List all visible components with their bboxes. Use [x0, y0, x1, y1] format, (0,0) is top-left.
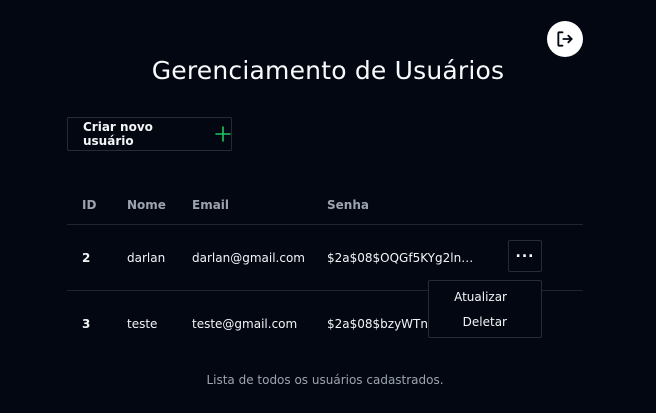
- cell-name: teste: [127, 317, 158, 331]
- column-header-email: Email: [192, 197, 230, 212]
- cell-email: teste@gmail.com: [192, 317, 298, 331]
- cell-password: $2a$08$OQGf5KYg2lnK…: [327, 250, 479, 265]
- row-actions-button[interactable]: ...: [508, 240, 542, 272]
- row-actions-menu: Atualizar Deletar: [428, 280, 542, 338]
- column-header-id: ID: [82, 197, 97, 212]
- cell-email: darlan@gmail.com: [192, 250, 305, 265]
- cell-id: 2: [82, 250, 91, 265]
- logout-icon: [557, 31, 573, 47]
- table-header-row: ID Nome Email Senha: [67, 185, 583, 225]
- column-header-nome: Nome: [127, 197, 166, 212]
- plus-icon: [215, 126, 231, 142]
- table-caption: Lista de todos os usuários cadastrados.: [206, 373, 444, 387]
- column-header-senha: Senha: [327, 197, 369, 212]
- user-management-page: Gerenciamento de Usuários Criar novo usu…: [0, 0, 656, 413]
- create-user-label: Criar novo usuário: [83, 120, 153, 148]
- more-horizontal-icon: ...: [515, 245, 535, 261]
- menu-item-atualizar[interactable]: Atualizar: [429, 290, 541, 304]
- cell-name: darlan: [127, 250, 166, 265]
- page-title: Gerenciamento de Usuários: [151, 56, 505, 85]
- logout-button[interactable]: [547, 21, 583, 57]
- create-user-button[interactable]: Criar novo usuário: [67, 117, 232, 151]
- menu-item-deletar[interactable]: Deletar: [429, 315, 541, 329]
- cell-id: 3: [82, 317, 91, 331]
